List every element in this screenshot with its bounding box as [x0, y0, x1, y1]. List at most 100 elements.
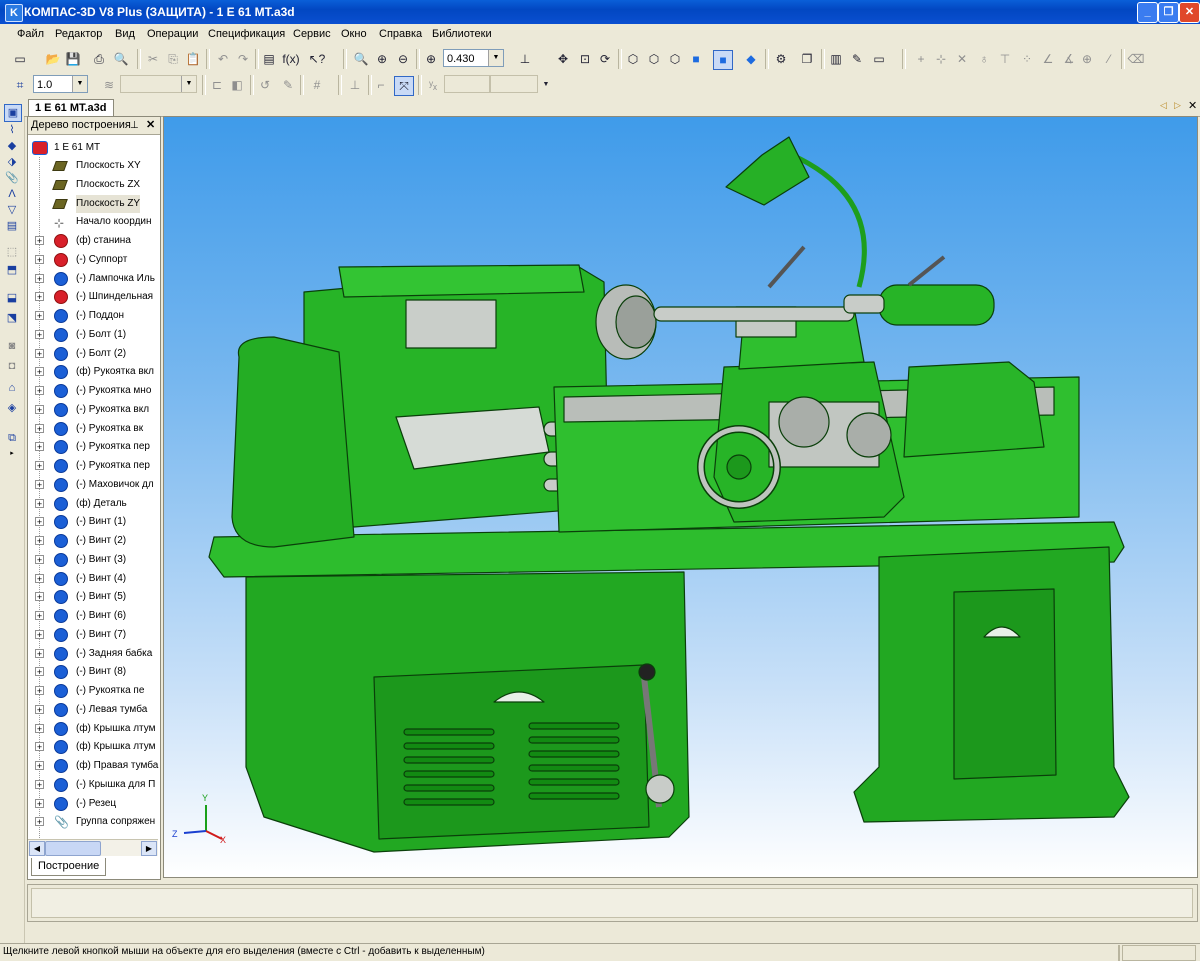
scroll-right-icon[interactable]: ▶: [141, 841, 157, 856]
menu-window[interactable]: Окно: [341, 28, 367, 40]
snap-toggle-icon[interactable]: ⤧: [394, 76, 414, 96]
shaded-icon[interactable]: ■: [687, 50, 705, 68]
expand-icon[interactable]: +: [35, 611, 44, 621]
tree-item[interactable]: + (-) Лампочка Иль: [28, 270, 160, 288]
angle-snap-icon[interactable]: ∡: [1060, 50, 1078, 68]
function-icon[interactable]: f(x): [282, 50, 300, 68]
tree-item[interactable]: Плоскость ZX: [28, 176, 160, 194]
expand-icon[interactable]: +: [35, 479, 44, 489]
chevron-down-icon[interactable]: ▼: [488, 50, 503, 66]
pan-icon[interactable]: ✥: [554, 50, 572, 68]
thin-lines-icon[interactable]: ⬡: [666, 50, 684, 68]
tree-horizontal-scrollbar[interactable]: ◀ ▶: [28, 839, 158, 856]
tree-item[interactable]: + (-) Рукоятка вкл: [28, 401, 160, 419]
expand-icon[interactable]: +: [35, 573, 44, 583]
zoom-window-icon[interactable]: 🔍: [352, 50, 370, 68]
expand-icon[interactable]: +: [35, 517, 44, 527]
wireframe-icon[interactable]: ⬡: [624, 50, 642, 68]
tree-item[interactable]: ⊹ Начало координ: [28, 213, 160, 231]
tab-next-icon[interactable]: ▷: [1174, 100, 1181, 111]
tree-item[interactable]: + (-) Болт (1): [28, 326, 160, 344]
expand-icon[interactable]: +: [35, 348, 44, 358]
display-mode-icon[interactable]: ▭: [870, 50, 888, 68]
insert-component-icon[interactable]: ⬒: [4, 262, 20, 278]
tree-item[interactable]: + (ф) Крышка лтум: [28, 738, 160, 756]
expand-icon[interactable]: +: [35, 273, 44, 283]
zoom-combo[interactable]: 0.430 ▼: [443, 49, 504, 67]
line-snap-icon[interactable]: ⁄: [1100, 50, 1118, 68]
close-button[interactable]: ✕: [1179, 2, 1200, 23]
menu-file[interactable]: Файл: [17, 28, 44, 40]
move-component-icon[interactable]: ⬔: [4, 310, 20, 326]
redo-icon[interactable]: ↷: [234, 50, 252, 68]
pin-icon[interactable]: ⊥: [130, 117, 139, 134]
undo-icon[interactable]: ↶: [214, 50, 232, 68]
minimize-button[interactable]: _: [1137, 2, 1158, 23]
zoom-out-icon[interactable]: ⊖: [394, 50, 412, 68]
new-file-icon[interactable]: ▭: [11, 50, 29, 68]
tree-item[interactable]: + (-) Рукоятка пер: [28, 457, 160, 475]
constraints-icon[interactable]: ⚙: [772, 50, 790, 68]
tree-item[interactable]: + (ф) станина: [28, 232, 160, 250]
save-icon[interactable]: 💾: [64, 50, 82, 68]
tree-item[interactable]: + (-) Винт (6): [28, 607, 160, 625]
fill-icon[interactable]: ◧: [228, 76, 246, 94]
expand-icon[interactable]: +: [35, 779, 44, 789]
tree-item[interactable]: Плоскость XY: [28, 157, 160, 175]
layer-icon[interactable]: ≋: [100, 76, 118, 94]
tree-item[interactable]: + (-) Винт (8): [28, 663, 160, 681]
tree-item[interactable]: + 📎 Группа сопряжен: [28, 813, 160, 831]
menu-libraries[interactable]: Библиотеки: [432, 28, 492, 40]
tab-build[interactable]: Построение: [31, 858, 107, 876]
round-icon[interactable]: ⌐: [372, 76, 390, 94]
expand-icon[interactable]: +: [35, 667, 44, 677]
measure-icon[interactable]: Λ: [4, 186, 20, 202]
help-pointer-icon[interactable]: ↖?: [308, 50, 326, 68]
expand-icon[interactable]: +: [35, 311, 44, 321]
solid-icon[interactable]: ◆: [4, 138, 20, 154]
tree-item[interactable]: + (-) Поддон: [28, 307, 160, 325]
library-icon[interactable]: ◈: [4, 400, 20, 416]
expand-icon[interactable]: +: [35, 498, 44, 508]
sketch-icon[interactable]: ⌇: [4, 122, 20, 138]
tree-item[interactable]: + (-) Шпиндельная: [28, 288, 160, 306]
menu-view[interactable]: Вид: [115, 28, 135, 40]
paste-icon[interactable]: 📋: [184, 50, 202, 68]
tree-item[interactable]: + (-) Рукоятка мно: [28, 382, 160, 400]
midpoint-icon[interactable]: ⊤: [996, 50, 1014, 68]
menu-specification[interactable]: Спецификация: [208, 28, 285, 40]
tab-close-icon[interactable]: ✕: [1188, 99, 1197, 112]
tree-item[interactable]: + (ф) Рукоятка вкл: [28, 363, 160, 381]
step-combo[interactable]: 1.0 ▼: [33, 75, 88, 93]
chevron-down-icon[interactable]: ▼: [181, 76, 196, 92]
expand-icon[interactable]: +: [35, 648, 44, 658]
edit-tool-icon[interactable]: ✎: [848, 50, 866, 68]
point-icon[interactable]: +: [912, 50, 930, 68]
expand-icon[interactable]: +: [35, 404, 44, 414]
copy-icon[interactable]: ⎘: [164, 50, 182, 68]
menu-operations[interactable]: Операции: [147, 28, 198, 40]
menu-help[interactable]: Справка: [379, 28, 422, 40]
paperclip-icon[interactable]: 📎: [4, 170, 20, 186]
tree-item[interactable]: + (-) Рукоятка пер: [28, 438, 160, 456]
document-tab[interactable]: 1 Е 61 МТ.a3d: [28, 99, 114, 116]
coord-x-field[interactable]: [444, 75, 490, 93]
tree-item[interactable]: + (-) Винт (2): [28, 532, 160, 550]
layer-combo[interactable]: ▼: [120, 75, 197, 93]
expand-icon[interactable]: +: [35, 254, 44, 264]
expand-icon[interactable]: +: [35, 592, 44, 602]
parts-icon[interactable]: ❐: [798, 50, 816, 68]
tree-close-icon[interactable]: ✕: [146, 117, 155, 134]
mate-icon[interactable]: ◙: [4, 338, 20, 354]
pencil-icon[interactable]: ✎: [279, 76, 297, 94]
ortho-icon[interactable]: ⊥: [346, 76, 364, 94]
cut-icon[interactable]: ✂: [144, 50, 162, 68]
expand-icon[interactable]: +: [35, 742, 44, 752]
zoom-scale-icon[interactable]: ⊕: [422, 50, 440, 68]
property-panel-area[interactable]: [31, 888, 1193, 918]
tree-item[interactable]: + (ф) Крышка лтум: [28, 720, 160, 738]
filter-icon[interactable]: ▽: [4, 202, 20, 218]
expand-icon[interactable]: +: [35, 236, 44, 246]
model-viewport[interactable]: Y Z X: [163, 116, 1198, 878]
tree-item[interactable]: + (-) Болт (2): [28, 345, 160, 363]
